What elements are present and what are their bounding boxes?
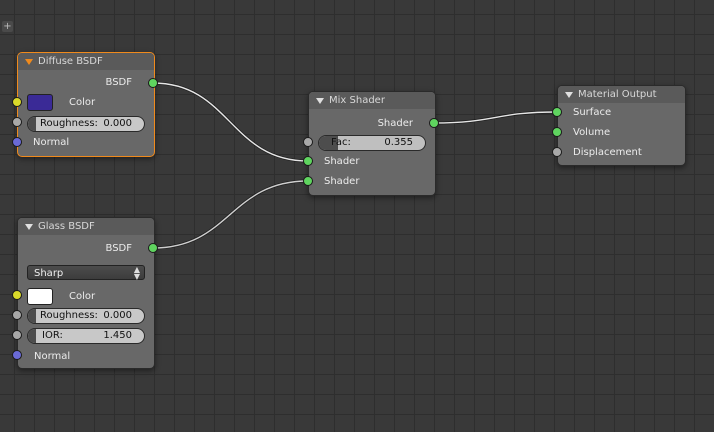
glass-bsdf-output-socket[interactable] [148,243,158,253]
output-label-bsdf: BSDF [105,77,132,88]
diffuse-color-input-socket[interactable] [12,97,22,107]
link-diffuse-to-mix[interactable] [152,81,309,163]
roughness-value: 0.000 [103,118,132,129]
fac-slider[interactable]: Fac: 0.355 [318,135,426,151]
diffuse-bsdf-output-socket[interactable] [148,78,158,88]
add-node-icon[interactable]: + [2,21,13,32]
displacement-label: Displacement [573,147,642,158]
color-label: Color [69,97,96,108]
fac-label: Fac: [331,137,351,148]
glass-roughness-input-socket[interactable] [12,310,22,320]
output-label-bsdf: BSDF [105,243,132,254]
roughness-value: 0.000 [103,310,132,321]
collapse-triangle-icon[interactable] [565,92,573,98]
output-volume-input-socket[interactable] [552,127,562,137]
link-mix-to-output-line [433,111,558,124]
roughness-field[interactable]: Roughness: 0.000 [27,116,145,132]
ior-label: IOR: [42,330,63,341]
link-diffuse-to-mix-line [152,82,309,162]
normal-label: Normal [33,137,70,148]
node-header[interactable]: Diffuse BSDF [18,53,154,70]
mix-shader-output-socket[interactable] [429,118,439,128]
node-title: Mix Shader [329,95,385,106]
ior-value: 1.450 [103,330,132,341]
output-label-shader: Shader [377,118,413,129]
color-swatch[interactable] [27,94,53,111]
roughness-label: Roughness: [40,118,98,129]
collapse-triangle-icon[interactable] [316,98,324,104]
color-swatch[interactable] [27,288,53,305]
node-header[interactable]: Glass BSDF [18,218,154,235]
volume-label: Volume [573,127,611,138]
link-mix-to-output[interactable] [433,110,558,125]
mix-shader1-input-socket[interactable] [303,156,313,166]
distribution-value: Sharp [34,268,64,279]
material-output-node[interactable]: Material Output Surface Volume Displacem… [557,85,686,166]
glass-color-input-socket[interactable] [12,290,22,300]
fac-value: 0.355 [384,137,413,148]
normal-label: Normal [34,351,71,362]
collapse-triangle-icon[interactable] [25,224,33,230]
distribution-dropdown[interactable]: Sharp ▲ ▼ [27,265,145,281]
node-title: Material Output [578,89,657,100]
output-displacement-input-socket[interactable] [552,147,562,157]
mix-shader-node[interactable]: Mix Shader Shader Fac: 0.355 Shader Shad… [308,91,436,196]
mix-shader2-input-socket[interactable] [303,176,313,186]
collapse-triangle-icon[interactable] [25,59,33,65]
ior-field[interactable]: IOR: 1.450 [27,328,145,344]
mix-fac-input-socket[interactable] [303,137,313,147]
node-title: Diffuse BSDF [38,56,103,67]
diffuse-roughness-input-socket[interactable] [12,117,22,127]
glass-ior-input-socket[interactable] [12,330,22,340]
shader-input-label-1: Shader [324,156,360,167]
dropdown-arrows-icon: ▲ ▼ [133,265,140,281]
node-title: Glass BSDF [38,221,95,232]
surface-label: Surface [573,107,612,118]
diffuse-bsdf-node[interactable]: Diffuse BSDF BSDF Color Roughness: 0.000… [17,52,155,157]
shader-input-label-2: Shader [324,176,360,187]
color-label: Color [69,291,96,302]
diffuse-normal-input-socket[interactable] [12,137,22,147]
glass-normal-input-socket[interactable] [12,350,22,360]
output-surface-input-socket[interactable] [552,107,562,117]
roughness-label: Roughness: [40,310,98,321]
link-glass-to-mix[interactable] [152,179,309,250]
roughness-field[interactable]: Roughness: 0.000 [27,308,145,324]
node-header[interactable]: Mix Shader [309,92,435,109]
node-header[interactable]: Material Output [558,86,685,103]
link-glass-to-mix-line [152,180,309,249]
glass-bsdf-node[interactable]: Glass BSDF BSDF Sharp ▲ ▼ Color Roughness… [17,217,155,369]
